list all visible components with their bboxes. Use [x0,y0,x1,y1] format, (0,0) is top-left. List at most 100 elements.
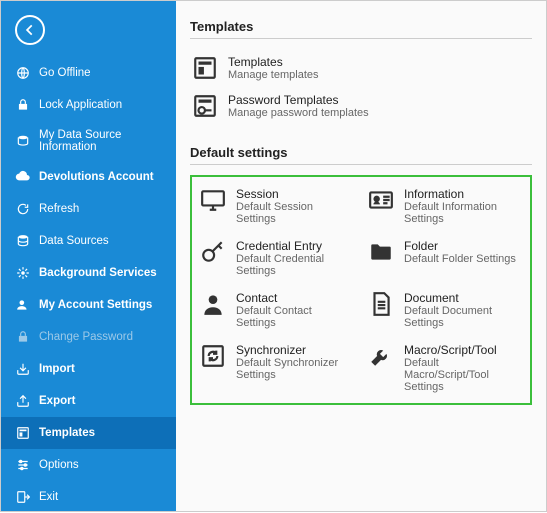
database-icon [15,233,31,249]
sidebar-item-label: Exit [39,491,58,503]
tile-title: Templates [228,55,319,69]
divider [190,38,532,39]
templates-heading: Templates [190,19,532,34]
tile-macro-script-tool[interactable]: Macro/Script/Tool Default Macro/Script/T… [366,339,524,397]
user-gear-icon [15,297,31,313]
sidebar-item-my-account-settings[interactable]: My Account Settings [1,289,176,321]
sidebar-item-label: Change Password [39,331,133,343]
sidebar: Go Offline Lock Application My Data Sour… [1,1,176,511]
sidebar-item-lock-application[interactable]: Lock Application [1,89,176,121]
sidebar-item-background-services[interactable]: Background Services [1,257,176,289]
sidebar-item-go-offline[interactable]: Go Offline [1,57,176,89]
tile-title: Macro/Script/Tool [404,343,522,357]
tile-text: Credential Entry Default Credential Sett… [236,239,354,277]
tile-text: Session Default Session Settings [236,187,354,225]
tile-templates[interactable]: Templates Manage templates [190,49,532,87]
tile-title: Session [236,187,354,201]
sidebar-item-change-password: Change Password [1,321,176,353]
sidebar-item-data-source-info[interactable]: My Data Source Information [1,121,176,161]
tile-subtitle: Default Credential Settings [236,253,354,277]
folder-icon [368,239,394,265]
sliders-icon [15,457,31,473]
sidebar-item-label: Background Services [39,267,157,279]
divider [190,164,532,165]
tile-title: Credential Entry [236,239,354,253]
lock-icon [15,97,31,113]
template-icon [15,425,31,441]
tile-text: Synchronizer Default Synchronizer Settin… [236,343,354,381]
sidebar-item-label: Go Offline [39,67,91,79]
sidebar-item-options[interactable]: Options [1,449,176,481]
sync-icon [200,343,226,369]
tile-text: Information Default Information Settings [404,187,522,225]
back-button[interactable] [15,15,45,45]
tile-text: Macro/Script/Tool Default Macro/Script/T… [404,343,522,393]
sidebar-item-refresh[interactable]: Refresh [1,193,176,225]
tile-subtitle: Default Document Settings [404,305,522,329]
app-root: Go Offline Lock Application My Data Sour… [1,1,546,511]
globe-icon [15,65,31,81]
tile-title: Contact [236,291,354,305]
password-templates-icon [192,93,218,119]
sidebar-item-label: Templates [39,427,95,439]
sidebar-item-export[interactable]: Export [1,385,176,417]
tile-subtitle: Default Contact Settings [236,305,354,329]
sidebar-item-devolutions-account[interactable]: Devolutions Account [1,161,176,193]
tile-title: Password Templates [228,93,369,107]
database-info-icon [15,133,31,149]
sidebar-item-label: Data Sources [39,235,109,247]
key-icon [15,329,31,345]
tile-information[interactable]: Information Default Information Settings [366,183,524,229]
sidebar-item-label: Devolutions Account [39,171,154,183]
import-icon [15,361,31,377]
document-icon [368,291,394,317]
sidebar-item-label: My Data Source Information [39,129,162,153]
tools-icon [368,343,394,369]
arrow-left-icon [23,23,37,37]
tile-subtitle: Default Information Settings [404,201,522,225]
exit-icon [15,489,31,505]
templates-icon [192,55,218,81]
tile-synchronizer[interactable]: Synchronizer Default Synchronizer Settin… [198,339,356,397]
tile-contact[interactable]: Contact Default Contact Settings [198,287,356,333]
main-panel: Templates Templates Manage templates Pas… [176,1,546,511]
default-settings-grid: Session Default Session Settings Informa… [190,175,532,405]
tile-document[interactable]: Document Default Document Settings [366,287,524,333]
tile-subtitle: Default Folder Settings [404,253,516,265]
export-icon [15,393,31,409]
sidebar-item-exit[interactable]: Exit [1,481,176,513]
tile-folder[interactable]: Folder Default Folder Settings [366,235,524,281]
tile-title: Folder [404,239,516,253]
back-button-wrap [1,11,176,57]
tile-text: Document Default Document Settings [404,291,522,329]
tile-text: Folder Default Folder Settings [404,239,516,265]
sidebar-item-label: Lock Application [39,99,122,111]
cloud-icon [15,169,31,185]
tile-subtitle: Manage password templates [228,107,369,119]
key-icon [200,239,226,265]
tile-title: Synchronizer [236,343,354,357]
tile-credential-entry[interactable]: Credential Entry Default Credential Sett… [198,235,356,281]
tile-subtitle: Manage templates [228,69,319,81]
default-settings-heading: Default settings [190,145,532,160]
tile-title: Information [404,187,522,201]
tile-text: Templates Manage templates [228,55,319,81]
contact-icon [200,291,226,317]
tile-subtitle: Default Session Settings [236,201,354,225]
tile-password-templates[interactable]: Password Templates Manage password templ… [190,87,532,125]
sidebar-item-label: My Account Settings [39,299,152,311]
tile-title: Document [404,291,522,305]
id-card-icon [368,187,394,213]
sidebar-item-data-sources[interactable]: Data Sources [1,225,176,257]
sidebar-item-templates[interactable]: Templates [1,417,176,449]
tile-subtitle: Default Macro/Script/Tool Settings [404,357,522,393]
monitor-icon [200,187,226,213]
sidebar-item-import[interactable]: Import [1,353,176,385]
tile-session[interactable]: Session Default Session Settings [198,183,356,229]
sidebar-item-label: Export [39,395,75,407]
sidebar-item-label: Options [39,459,79,471]
services-icon [15,265,31,281]
sidebar-item-label: Refresh [39,203,79,215]
tile-text: Password Templates Manage password templ… [228,93,369,119]
sidebar-item-label: Import [39,363,75,375]
